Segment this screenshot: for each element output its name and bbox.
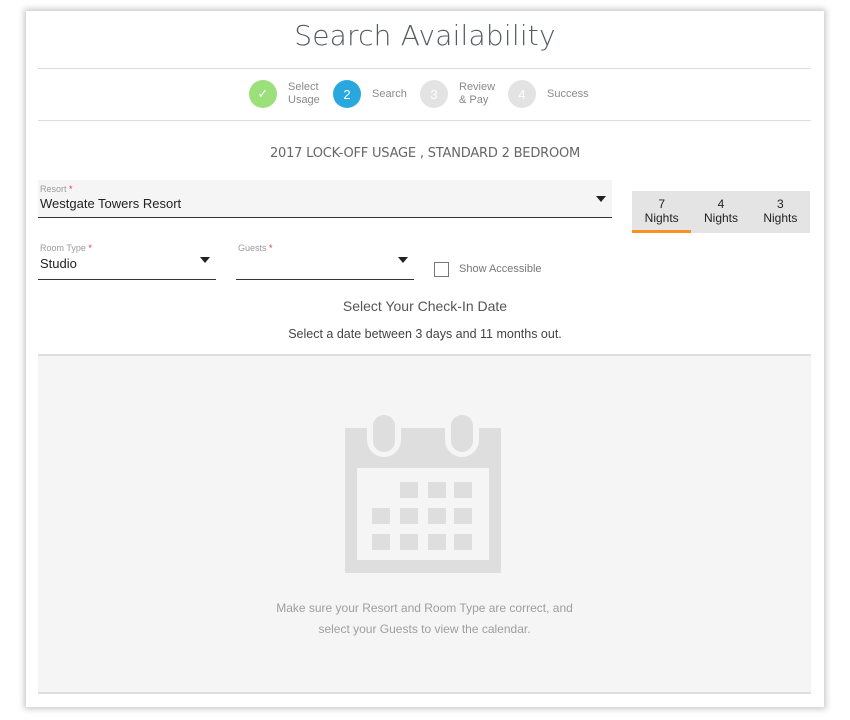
checkin-title: Select Your Check-In Date <box>342 298 508 314</box>
divider <box>38 120 811 121</box>
calendar-message-line2: select your Guests to view the calendar. <box>318 622 531 636</box>
nights-toggle: 7 Nights 4 Nights 3 Nights <box>632 191 810 233</box>
step-review-pay: 3 Review & Pay <box>420 80 495 108</box>
resort-value: Westgate Towers Resort <box>40 196 182 211</box>
checkin-subtitle: Select a date between 3 days and 11 mont… <box>288 327 562 341</box>
calendar-message-line1: Make sure your Resort and Room Type are … <box>276 601 573 615</box>
step-label: & Pay <box>459 94 489 106</box>
search-availability-card: Search Availability ✓ Select Usage 2 Sea… <box>26 11 824 707</box>
page-title: Search Availability <box>294 19 556 52</box>
chevron-down-icon <box>596 196 606 202</box>
step-label: Select <box>288 81 319 93</box>
room-type-label: Room Type <box>40 243 86 253</box>
check-icon: ✓ <box>249 80 277 108</box>
step-number: 4 <box>508 80 536 108</box>
step-number: 3 <box>420 80 448 108</box>
step-success: 4 Success <box>508 80 589 108</box>
resort-select[interactable]: Resort * Westgate Towers Resort <box>38 180 612 218</box>
show-accessible-label[interactable]: Show Accessible <box>459 263 542 275</box>
room-type-select[interactable]: Room Type * Studio <box>38 243 216 280</box>
nights-option-4[interactable]: 4 Nights <box>691 191 750 233</box>
room-type-value: Studio <box>40 256 77 271</box>
step-label: Usage <box>288 94 320 106</box>
chevron-down-icon <box>200 257 210 263</box>
required-mark: * <box>269 243 273 253</box>
guests-label: Guests <box>238 243 267 253</box>
step-number: 2 <box>333 80 361 108</box>
resort-label: Resort <box>40 184 67 194</box>
step-label: Success <box>547 87 589 100</box>
nights-option-7[interactable]: 7 Nights <box>632 191 692 233</box>
guests-select[interactable]: Guests * <box>236 243 414 280</box>
progress-stepper: ✓ Select Usage 2 Search 3 Review & Pay 4… <box>26 80 824 110</box>
step-label: Review <box>459 81 496 93</box>
calendar-placeholder: Make sure your Resort and Room Type are … <box>38 354 811 694</box>
nights-option-3[interactable]: 3 Nights <box>751 191 810 233</box>
calendar-icon <box>345 411 501 573</box>
required-mark: * <box>88 243 92 253</box>
step-label: Search <box>372 87 407 100</box>
divider <box>38 68 811 69</box>
step-search: 2 Search <box>333 80 407 108</box>
step-select-usage: ✓ Select Usage <box>249 80 320 108</box>
usage-summary: 2017 LOCK-OFF USAGE , STANDARD 2 BEDROOM <box>269 146 581 161</box>
chevron-down-icon <box>398 257 408 263</box>
required-mark: * <box>69 184 73 194</box>
show-accessible-checkbox[interactable] <box>434 262 449 277</box>
